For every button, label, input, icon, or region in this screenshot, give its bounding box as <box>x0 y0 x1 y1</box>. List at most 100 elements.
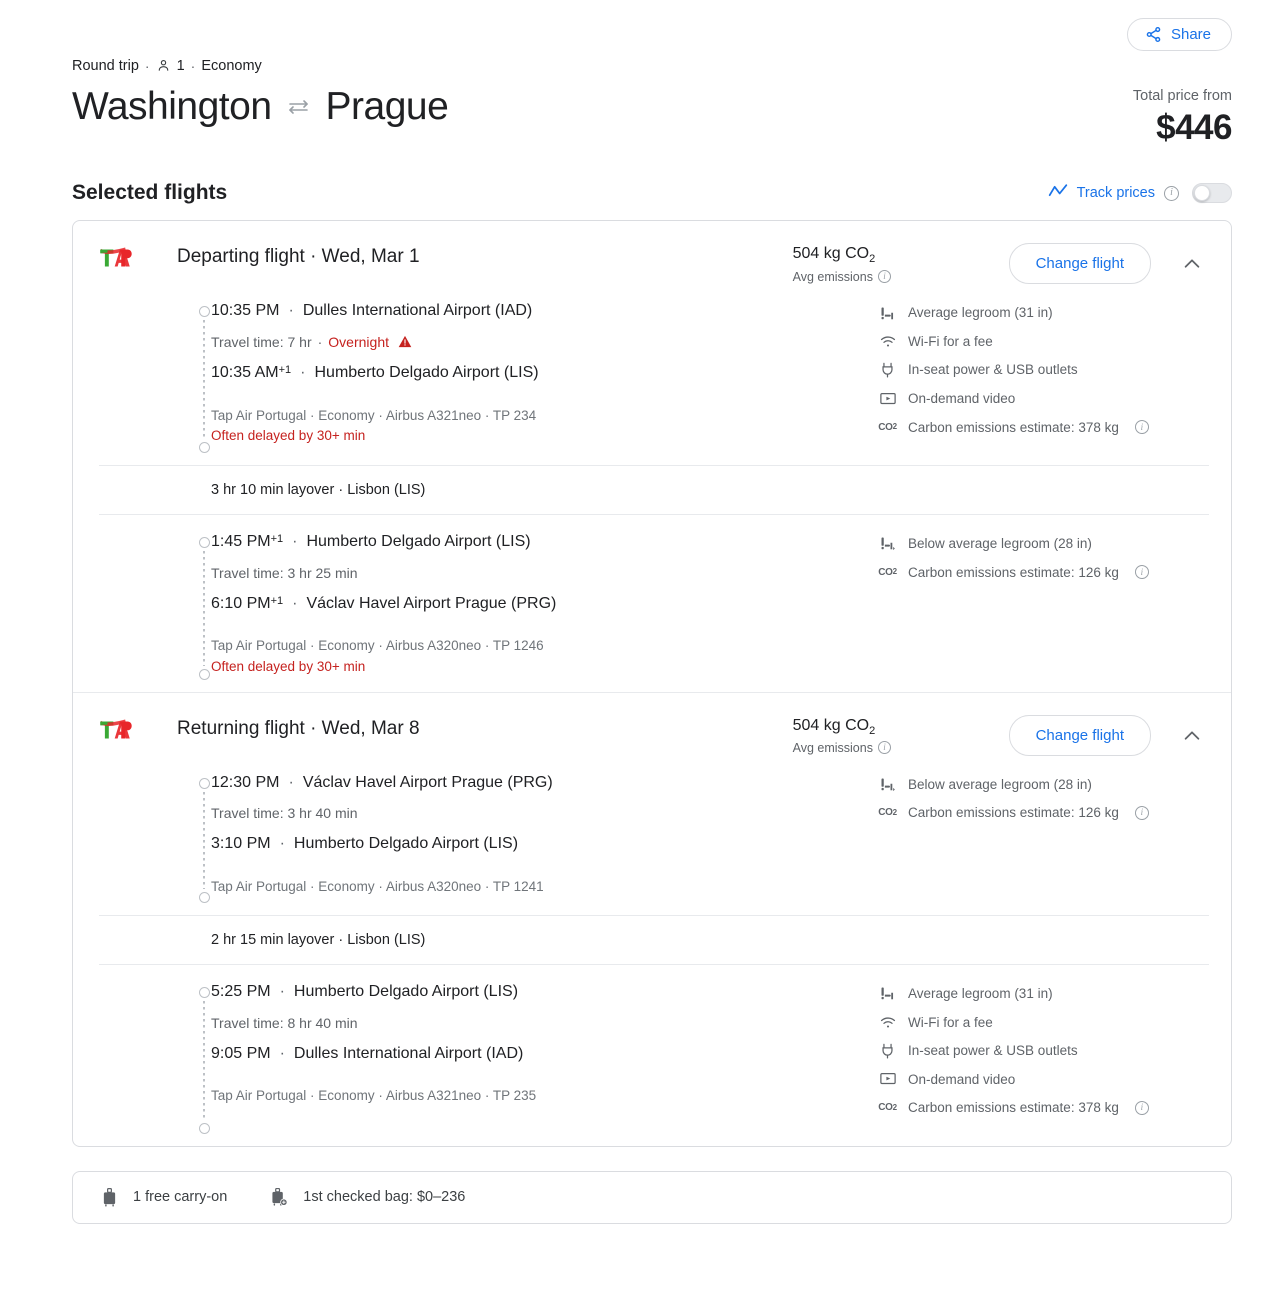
origin-city: Washington <box>72 84 272 128</box>
timeline-dot-arrive <box>198 668 210 680</box>
travel-time: Travel time: 8 hr 40 min <box>211 1014 358 1031</box>
co2-icon: CO 2 <box>878 807 897 819</box>
amenity-legroom: Average legroom (31 in) <box>879 985 1209 1003</box>
carry-on-info: 1 free carry-on <box>99 1187 227 1207</box>
leg-header: Returning flight · Wed, Mar 8 504 kg CO2… <box>73 693 1231 756</box>
amenity-wifi: Wi-Fi for a fee <box>879 1014 1209 1032</box>
carbon-info-icon[interactable]: i <box>1134 805 1149 820</box>
segment-timeline <box>197 537 211 680</box>
trip-meta: Round trip · 1 · Economy <box>72 57 1232 76</box>
timeline-dot-arrive <box>198 892 210 903</box>
amenity-label: Average legroom (31 in) <box>908 305 1053 321</box>
leg-co2-note: Avg emissions <box>792 740 873 755</box>
segment-travel-time-row: Travel time: 7 hr · Overnight <box>211 334 879 350</box>
share-button[interactable]: Share <box>1126 18 1232 51</box>
carbon-info-icon[interactable]: i <box>1134 1100 1149 1115</box>
departure-time: 10:35 PM <box>211 302 280 320</box>
meta-separator-2: · <box>190 58 196 75</box>
swap-arrows-icon <box>286 97 312 122</box>
separator: · <box>288 302 294 320</box>
flight-booking-page: Share Round trip · 1 · Economy Washingto… <box>0 0 1280 1315</box>
change-flight-button-departing[interactable]: Change flight <box>1008 243 1151 285</box>
co2-amount-text: 504 kg CO <box>792 716 870 734</box>
flight-segment: 5:25 PM · Humberto Delgado Airport (LIS)… <box>73 965 1231 1134</box>
segment-delay-warning: Often delayed by 30+ min <box>211 658 366 674</box>
segment-amenities: Average legroom (31 in) Wi-Fi for a fee … <box>878 981 1209 1128</box>
wifi-icon <box>879 335 896 348</box>
co2-icon: CO 2 <box>878 421 897 433</box>
leg-co2-note: Avg emissions <box>792 269 873 284</box>
amenity-label: Wi-Fi for a fee <box>908 333 993 349</box>
segment-departure: 12:30 PM · Václav Havel Airport Prague (… <box>211 772 879 794</box>
person-icon <box>156 58 171 77</box>
change-flight-button-returning[interactable]: Change flight <box>1008 714 1151 756</box>
segment-arrival: 6:10 PM +1 · Václav Havel Airport Prague … <box>211 593 879 615</box>
segment-arrival: 9:05 PM · Dulles International Airport (… <box>211 1043 879 1065</box>
video-icon <box>879 392 896 406</box>
baggage-info-bar: 1 free carry-on 1st checked bag: $0–236 <box>72 1170 1232 1224</box>
meta-separator: · <box>144 58 150 75</box>
travel-time: Travel time: 3 hr 25 min <box>211 564 358 581</box>
power-outlet-icon <box>879 362 896 378</box>
segment-departure: 1:45 PM +1 · Humberto Delgado Airport (LI… <box>211 531 879 553</box>
segment-amenities: Below average legroom (28 in) CO 2 Carbon… <box>878 531 1209 673</box>
segment-operator-info: Tap Air Portugal · Economy · Airbus A320… <box>211 878 544 894</box>
segment-departure: 5:25 PM · Humberto Delgado Airport (LIS) <box>211 981 879 1003</box>
carbon-info-icon[interactable]: i <box>1134 420 1149 435</box>
amenity-label: Below average legroom (28 in) <box>908 776 1092 792</box>
chevron-up-icon[interactable] <box>1181 253 1203 280</box>
selected-flights-title: Selected flights <box>72 181 228 205</box>
leg-emissions: 504 kg CO2 Avg emissions i <box>793 715 1009 755</box>
legroom-icon <box>879 986 896 1001</box>
amenity-power: In-seat power & USB outlets <box>879 1042 1209 1060</box>
segment-delay-warning: Often delayed by 30+ min <box>211 427 366 443</box>
leg-co2-note-row: Avg emissions i <box>793 270 1009 284</box>
amenity-label: In-seat power & USB outlets <box>908 362 1078 378</box>
carry-on-bag-icon <box>99 1187 119 1207</box>
share-button-label: Share <box>1170 26 1211 43</box>
amenity-label: On-demand video <box>908 391 1016 407</box>
segment-body: 12:30 PM · Václav Havel Airport Prague (… <box>193 772 879 897</box>
toggle-knob <box>1194 185 1210 202</box>
track-prices-info-icon[interactable]: i <box>1164 185 1179 201</box>
segment-timeline <box>197 777 211 903</box>
amenity-carbon-emissions: CO 2 Carbon emissions estimate: 378 kg i <box>878 1099 1209 1117</box>
track-prices-link[interactable]: Track prices <box>1048 183 1155 203</box>
track-prices-toggle[interactable] <box>1192 183 1232 204</box>
chevron-up-icon[interactable] <box>1181 725 1203 752</box>
separator: · <box>300 363 306 381</box>
arrival-airport: Dulles International Airport (IAD) <box>293 1044 524 1062</box>
separator: · <box>292 594 298 612</box>
leg-co2-amount: 504 kg CO2 <box>793 245 1009 265</box>
timeline-dot-depart <box>198 537 210 549</box>
amenity-carbon-emissions: CO 2 Carbon emissions estimate: 126 kg i <box>878 564 1209 582</box>
amenity-label: Below average legroom (28 in) <box>908 536 1092 552</box>
timeline-line <box>203 1001 205 1120</box>
separator: · <box>288 773 294 791</box>
segment-departure: 10:35 PM · Dulles International Airport … <box>211 300 879 322</box>
amenity-label: On-demand video <box>908 1071 1016 1087</box>
carbon-info-icon[interactable]: i <box>1134 565 1149 580</box>
selected-flights-bar: Selected flights Track prices i <box>0 181 1280 205</box>
video-icon <box>879 1072 896 1086</box>
emissions-info-icon[interactable]: i <box>877 270 891 284</box>
trend-line-icon <box>1048 183 1068 203</box>
passenger-count: 1 <box>176 58 185 74</box>
arrival-time: 10:35 AM <box>211 363 279 381</box>
flight-leg-departing: Departing flight · Wed, Mar 1 504 kg CO2… <box>73 221 1231 691</box>
segment-details: 12:30 PM · Václav Havel Airport Prague (… <box>99 772 879 903</box>
amenity-wifi: Wi-Fi for a fee <box>879 333 1209 351</box>
arrival-time: 9:05 PM <box>211 1044 271 1062</box>
wifi-icon <box>879 1016 896 1029</box>
share-row: Share <box>72 18 1232 51</box>
timeline-line <box>203 320 205 440</box>
timeline-line <box>203 551 205 666</box>
emissions-info-icon[interactable]: i <box>877 741 891 755</box>
segment-timeline <box>197 987 211 1134</box>
amenity-label: Carbon emissions estimate: 378 kg <box>908 419 1119 435</box>
separator: · <box>292 533 298 551</box>
tap-air-portugal-logo <box>99 245 133 279</box>
segment-travel-time-row: Travel time: 3 hr 40 min <box>211 805 879 821</box>
